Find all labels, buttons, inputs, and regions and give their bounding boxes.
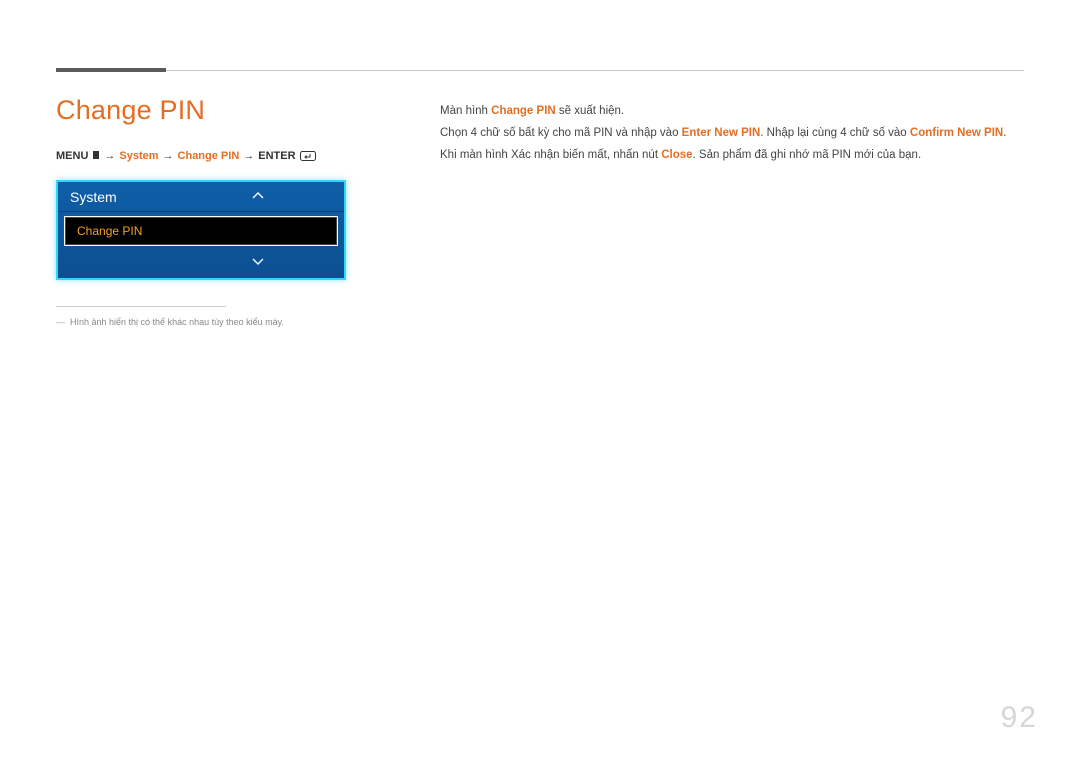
osd-title: System (58, 182, 344, 212)
text: . Nhập lại cùng 4 chữ số vào (760, 127, 910, 139)
body-line-2: Chọn 4 chữ số bất kỳ cho mã PIN và nhập … (440, 123, 1024, 145)
page-number: 92 (1001, 701, 1038, 735)
page-title: Change PIN (56, 95, 396, 126)
right-column: Màn hình Change PIN sẽ xuất hiện. Chọn 4… (440, 95, 1024, 330)
highlight-change-pin: Change PIN (491, 105, 556, 117)
breadcrumb-change-pin: Change PIN (178, 150, 240, 162)
highlight-confirm-new-pin: Confirm New PIN (910, 127, 1003, 139)
breadcrumb-system: System (119, 150, 158, 162)
left-column: Change PIN MENU → System → Change PIN → … (56, 95, 396, 330)
breadcrumb-arrow: → (163, 150, 174, 162)
chevron-up-icon (252, 191, 264, 203)
osd-panel: System Change PIN (56, 180, 346, 280)
osd-title-text: System (70, 189, 117, 205)
text: Chọn 4 chữ số bất kỳ cho mã PIN và nhập … (440, 127, 682, 139)
enter-icon (300, 150, 316, 162)
main-grid: Change PIN MENU → System → Change PIN → … (56, 95, 1024, 330)
body-line-1: Màn hình Change PIN sẽ xuất hiện. (440, 101, 1024, 123)
text: . (1003, 127, 1006, 139)
body-line-3: Khi màn hình Xác nhận biến mất, nhấn nút… (440, 145, 1024, 167)
breadcrumb-arrow: → (243, 150, 254, 162)
highlight-close: Close (661, 149, 692, 161)
text: sẽ xuất hiện. (556, 105, 624, 117)
footnote: Hình ảnh hiển thị có thể khác nhau tùy t… (56, 316, 396, 330)
breadcrumb-arrow: → (104, 150, 115, 162)
footnote-text: Hình ảnh hiển thị có thể khác nhau tùy t… (70, 316, 284, 330)
footnote-divider (56, 306, 226, 307)
text: . Sản phẩm đã ghi nhớ mã PIN mới của bạn… (693, 149, 922, 161)
breadcrumb-menu: MENU (56, 150, 88, 162)
text: Khi màn hình Xác nhận biến mất, nhấn nút (440, 149, 661, 161)
breadcrumb-enter: ENTER (258, 150, 295, 162)
page-container: Change PIN MENU → System → Change PIN → … (0, 0, 1080, 763)
breadcrumb: MENU → System → Change PIN → ENTER (56, 150, 396, 162)
highlight-enter-new-pin: Enter New PIN (682, 127, 761, 139)
header-accent (56, 68, 166, 72)
chevron-down-icon (252, 257, 264, 269)
text: Màn hình (440, 105, 491, 117)
header-divider (56, 70, 1024, 71)
osd-item-change-pin[interactable]: Change PIN (64, 216, 338, 246)
osd-item-label: Change PIN (77, 224, 142, 238)
menu-icon (92, 150, 100, 162)
